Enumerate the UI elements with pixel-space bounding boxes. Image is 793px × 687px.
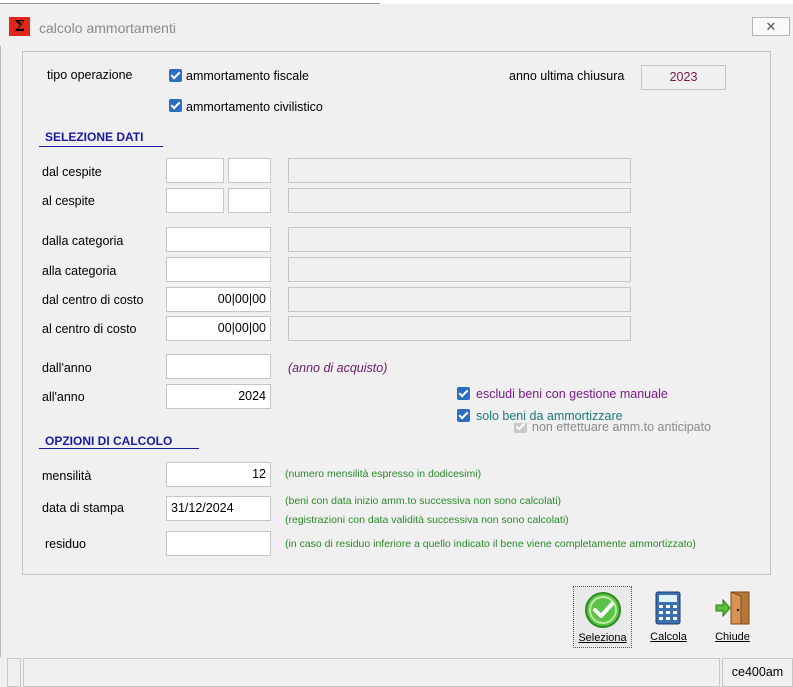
check-circle-icon [585, 592, 621, 628]
selezione-dati-underline [39, 146, 163, 147]
sigma-icon: Σ [9, 17, 30, 36]
solo-beni-label: solo beni da ammortizzare [476, 409, 623, 423]
tipo-operazione-label: tipo operazione [47, 68, 133, 82]
status-cell-left [7, 658, 21, 687]
anno-ultima-chiusura-label: anno ultima chiusura [509, 69, 625, 83]
checkbox-ammortamento-fiscale[interactable] [169, 69, 182, 82]
dall-anno-field[interactable] [166, 354, 271, 379]
dal-cespite-label: dal cespite [42, 165, 102, 179]
opzioni-calcolo-header: OPZIONI DI CALCOLO [45, 434, 173, 448]
checkbox-escludi-beni[interactable] [457, 387, 470, 400]
dal-cespite-field-2[interactable] [228, 158, 271, 183]
dalla-categoria-description [288, 227, 631, 252]
dal-cespite-description [288, 158, 631, 183]
dalla-categoria-field[interactable] [166, 227, 271, 252]
opzioni-calcolo-underline [39, 448, 199, 449]
seleziona-label: Seleziona [578, 632, 627, 644]
al-centro-costo-field[interactable]: 00|00|00 [166, 316, 271, 341]
escludi-beni-label: escludi beni con gestione manuale [476, 387, 668, 401]
al-cespite-field-2[interactable] [228, 188, 271, 213]
chiude-button[interactable]: Chiude [705, 586, 760, 648]
dall-anno-label: dall'anno [42, 361, 92, 375]
al-centro-costo-label: al centro di costo [42, 322, 137, 336]
ammortamento-fiscale-label: ammortamento fiscale [186, 69, 309, 83]
calcola-label: Calcola [650, 631, 687, 643]
window-title: calcolo ammortamenti [39, 20, 176, 36]
data-stampa-label: data di stampa [42, 501, 124, 515]
mensilita-field[interactable]: 12 [166, 462, 271, 487]
residuo-field[interactable] [166, 531, 271, 556]
al-cespite-label: al cespite [42, 194, 95, 208]
al-cespite-description [288, 188, 631, 213]
residuo-hint: (in caso di residuo inferiore a quello i… [285, 538, 696, 550]
chiude-label: Chiude [715, 631, 750, 643]
data-stampa-hint-1: (beni con data inizio amm.to successiva … [285, 495, 562, 507]
seleziona-button[interactable]: Seleziona [573, 586, 632, 648]
status-cell-main [23, 658, 720, 687]
checkbox-ammortamento-civilistico[interactable] [169, 99, 182, 112]
al-cespite-field-1[interactable] [166, 188, 224, 213]
dalla-categoria-label: dalla categoria [42, 234, 124, 248]
anno-acquisto-hint: (anno di acquisto) [288, 361, 388, 375]
residuo-label: residuo [45, 537, 86, 551]
close-icon: ✕ [765, 19, 777, 34]
ammortamento-civilistico-label: ammortamento civilistico [186, 100, 323, 114]
al-centro-costo-description [288, 316, 631, 341]
data-stampa-hint-2: (registrazioni con data validità success… [285, 514, 569, 526]
checkbox-solo-beni[interactable] [457, 409, 470, 422]
mensilita-hint: (numero mensilità espresso in dodicesimi… [285, 468, 482, 480]
status-code: ce400am [722, 658, 793, 687]
dal-centro-costo-label: dal centro di costo [42, 293, 144, 307]
exit-door-icon [715, 591, 750, 625]
dal-cespite-field-1[interactable] [166, 158, 224, 183]
calcola-button[interactable]: Calcola [641, 586, 696, 648]
data-stampa-field[interactable]: 31/12/2024 [166, 496, 271, 521]
dal-centro-costo-description [288, 287, 631, 312]
close-button[interactable]: ✕ [752, 17, 790, 36]
alla-categoria-label: alla categoria [42, 264, 117, 278]
mensilita-label: mensilità [42, 469, 92, 483]
all-anno-field[interactable]: 2024 [166, 384, 271, 409]
calculator-icon [655, 591, 681, 625]
dal-centro-costo-field[interactable]: 00|00|00 [166, 287, 271, 312]
selezione-dati-header: SELEZIONE DATI [45, 130, 144, 144]
all-anno-label: all'anno [42, 390, 85, 404]
alla-categoria-field[interactable] [166, 257, 271, 282]
anno-ultima-chiusura-field: 2023 [641, 65, 726, 90]
alla-categoria-description [288, 257, 631, 282]
